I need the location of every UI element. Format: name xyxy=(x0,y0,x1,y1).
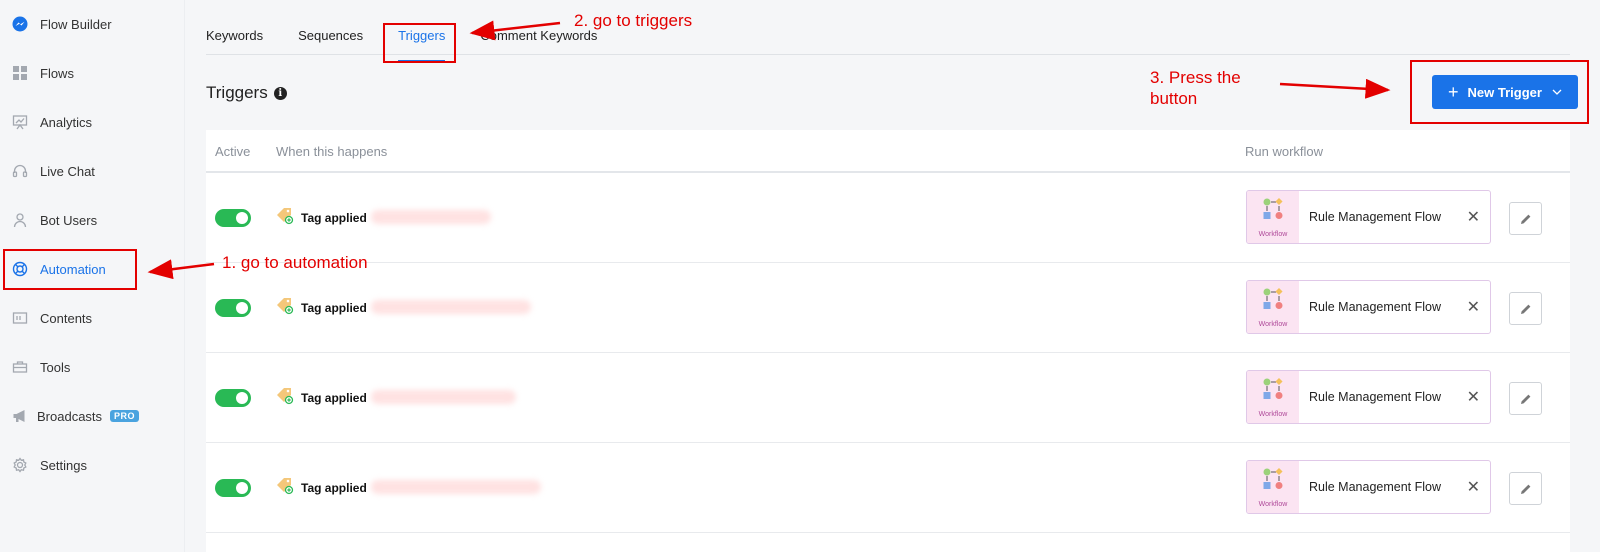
pencil-icon xyxy=(1520,484,1530,494)
edit-button[interactable] xyxy=(1509,382,1542,415)
active-toggle[interactable] xyxy=(215,209,251,227)
tab-keywords[interactable]: Keywords xyxy=(206,28,263,54)
edit-button[interactable] xyxy=(1509,472,1542,505)
page-title-text: Triggers xyxy=(206,83,268,102)
annotation-box-triggers xyxy=(383,23,456,63)
sidebar-item-analytics[interactable]: Analytics xyxy=(12,110,92,134)
event-label: Tag applied xyxy=(301,391,367,405)
sidebar-item-bot-users[interactable]: Bot Users xyxy=(12,208,97,232)
workflow-thumb-label: Workflow xyxy=(1258,321,1288,328)
close-icon[interactable]: ✕ xyxy=(1467,297,1480,317)
tab-comment-keywords[interactable]: Comment Keywords xyxy=(480,28,597,54)
chart-board-icon xyxy=(12,114,28,130)
workflow-thumb-label: Workflow xyxy=(1258,501,1288,508)
sidebar-item-flow-builder[interactable]: Flow Builder xyxy=(12,12,112,36)
workflow-thumb-label: Workflow xyxy=(1258,411,1288,418)
workflow-name: Rule Management Flow xyxy=(1309,300,1442,314)
tag-icon xyxy=(277,208,294,225)
workflow-card[interactable]: Workflow Rule Management Flow ✕ xyxy=(1246,370,1491,424)
sidebar-item-label: Flow Builder xyxy=(40,16,112,32)
workflow-thumbnail: Workflow xyxy=(1247,191,1299,243)
contents-icon xyxy=(12,310,28,326)
workflow-card[interactable]: Workflow Rule Management Flow ✕ xyxy=(1246,460,1491,514)
tab-sequences[interactable]: Sequences xyxy=(298,28,363,54)
sidebar-item-tools[interactable]: Tools xyxy=(12,355,70,379)
sidebar-item-label: Flows xyxy=(40,65,74,81)
tag-icon xyxy=(277,298,294,315)
edit-button[interactable] xyxy=(1509,292,1542,325)
workflow-diagram-icon xyxy=(1263,287,1283,309)
pencil-icon xyxy=(1520,394,1530,404)
tag-icon xyxy=(277,478,294,495)
event-label: Tag applied xyxy=(301,481,367,495)
workflow-diagram-icon xyxy=(1263,377,1283,399)
sidebar-item-settings[interactable]: Settings xyxy=(12,453,87,477)
page-title: Triggers i xyxy=(206,83,287,103)
header-run-workflow: Run workflow xyxy=(1245,144,1324,159)
user-icon xyxy=(12,212,28,228)
header-active: Active xyxy=(215,144,251,159)
sidebar-item-label: Tools xyxy=(40,359,71,375)
active-toggle[interactable] xyxy=(215,479,251,497)
table-row: Tag applied Workflow Rule Management Flo… xyxy=(206,353,1570,443)
event-label: Tag applied xyxy=(301,301,367,315)
event-label: Tag applied xyxy=(301,211,367,225)
workflow-card[interactable]: Workflow Rule Management Flow ✕ xyxy=(1246,190,1491,244)
close-icon[interactable]: ✕ xyxy=(1467,387,1480,407)
sidebar-item-label: Settings xyxy=(40,457,87,473)
header-when: When this happens xyxy=(276,144,388,159)
close-icon[interactable]: ✕ xyxy=(1467,477,1480,497)
workflow-diagram-icon xyxy=(1263,467,1283,489)
sidebar-item-label: Contents xyxy=(40,310,93,326)
annotation-step-1: 1. go to automation xyxy=(222,253,368,272)
info-icon[interactable]: i xyxy=(273,86,287,100)
annotation-step-2: 2. go to triggers xyxy=(574,11,693,30)
workflow-name: Rule Management Flow xyxy=(1309,210,1442,224)
workflow-thumbnail: Workflow xyxy=(1247,281,1299,333)
main-content: Keywords Sequences Triggers Comment Keyw… xyxy=(185,0,1600,552)
annotation-step-3-line-1: 3. Press the xyxy=(1150,68,1241,87)
sidebar-item-label: Broadcasts xyxy=(37,408,103,424)
pro-badge: PRO xyxy=(110,410,140,422)
tag-icon xyxy=(277,388,294,405)
blurred-tag-name xyxy=(371,300,531,314)
annotation-box-new-trigger xyxy=(1410,60,1589,124)
close-icon[interactable]: ✕ xyxy=(1467,207,1480,227)
active-toggle[interactable] xyxy=(215,299,251,317)
blurred-tag-name xyxy=(371,390,516,404)
workflow-thumb-label: Workflow xyxy=(1258,231,1288,238)
workflow-thumbnail: Workflow xyxy=(1247,371,1299,423)
pencil-icon xyxy=(1520,214,1530,224)
workflow-thumbnail: Workflow xyxy=(1247,461,1299,513)
megaphone-icon xyxy=(12,408,28,424)
table-row: Tag applied Workflow Rule Management Flo… xyxy=(206,263,1570,353)
messenger-icon xyxy=(12,16,28,32)
active-toggle[interactable] xyxy=(215,389,251,407)
annotation-step-3-line-2: button xyxy=(1150,89,1198,108)
annotation-box-automation xyxy=(3,249,137,290)
sidebar-item-label: Bot Users xyxy=(40,212,98,228)
sidebar-item-flows[interactable]: Flows xyxy=(12,61,74,85)
workflow-name: Rule Management Flow xyxy=(1309,390,1442,404)
workflow-diagram-icon xyxy=(1263,197,1283,219)
table-row: Tag applied Workflow Rule Management Flo… xyxy=(206,173,1570,263)
sidebar-item-contents[interactable]: Contents xyxy=(12,306,92,330)
workflow-name: Rule Management Flow xyxy=(1309,480,1442,494)
blurred-tag-name xyxy=(371,210,491,224)
blurred-tag-name xyxy=(371,480,541,494)
edit-button[interactable] xyxy=(1509,202,1542,235)
pencil-icon xyxy=(1520,304,1530,314)
gear-icon xyxy=(12,457,28,473)
table-row: Tag applied Workflow Rule Management Flo… xyxy=(206,443,1570,533)
table-header: Active When this happens Run workflow xyxy=(206,130,1570,173)
headset-icon xyxy=(12,163,28,179)
sidebar-item-label: Analytics xyxy=(40,114,93,130)
sidebar-item-live-chat[interactable]: Live Chat xyxy=(12,159,95,183)
sidebar-item-broadcasts[interactable]: Broadcasts PRO xyxy=(12,404,140,428)
workflow-card[interactable]: Workflow Rule Management Flow ✕ xyxy=(1246,280,1491,334)
toolbox-icon xyxy=(12,359,28,375)
grid-icon xyxy=(12,65,28,81)
sidebar-item-label: Live Chat xyxy=(40,163,95,179)
triggers-table: Active When this happens Run workflow Ta… xyxy=(206,130,1570,552)
